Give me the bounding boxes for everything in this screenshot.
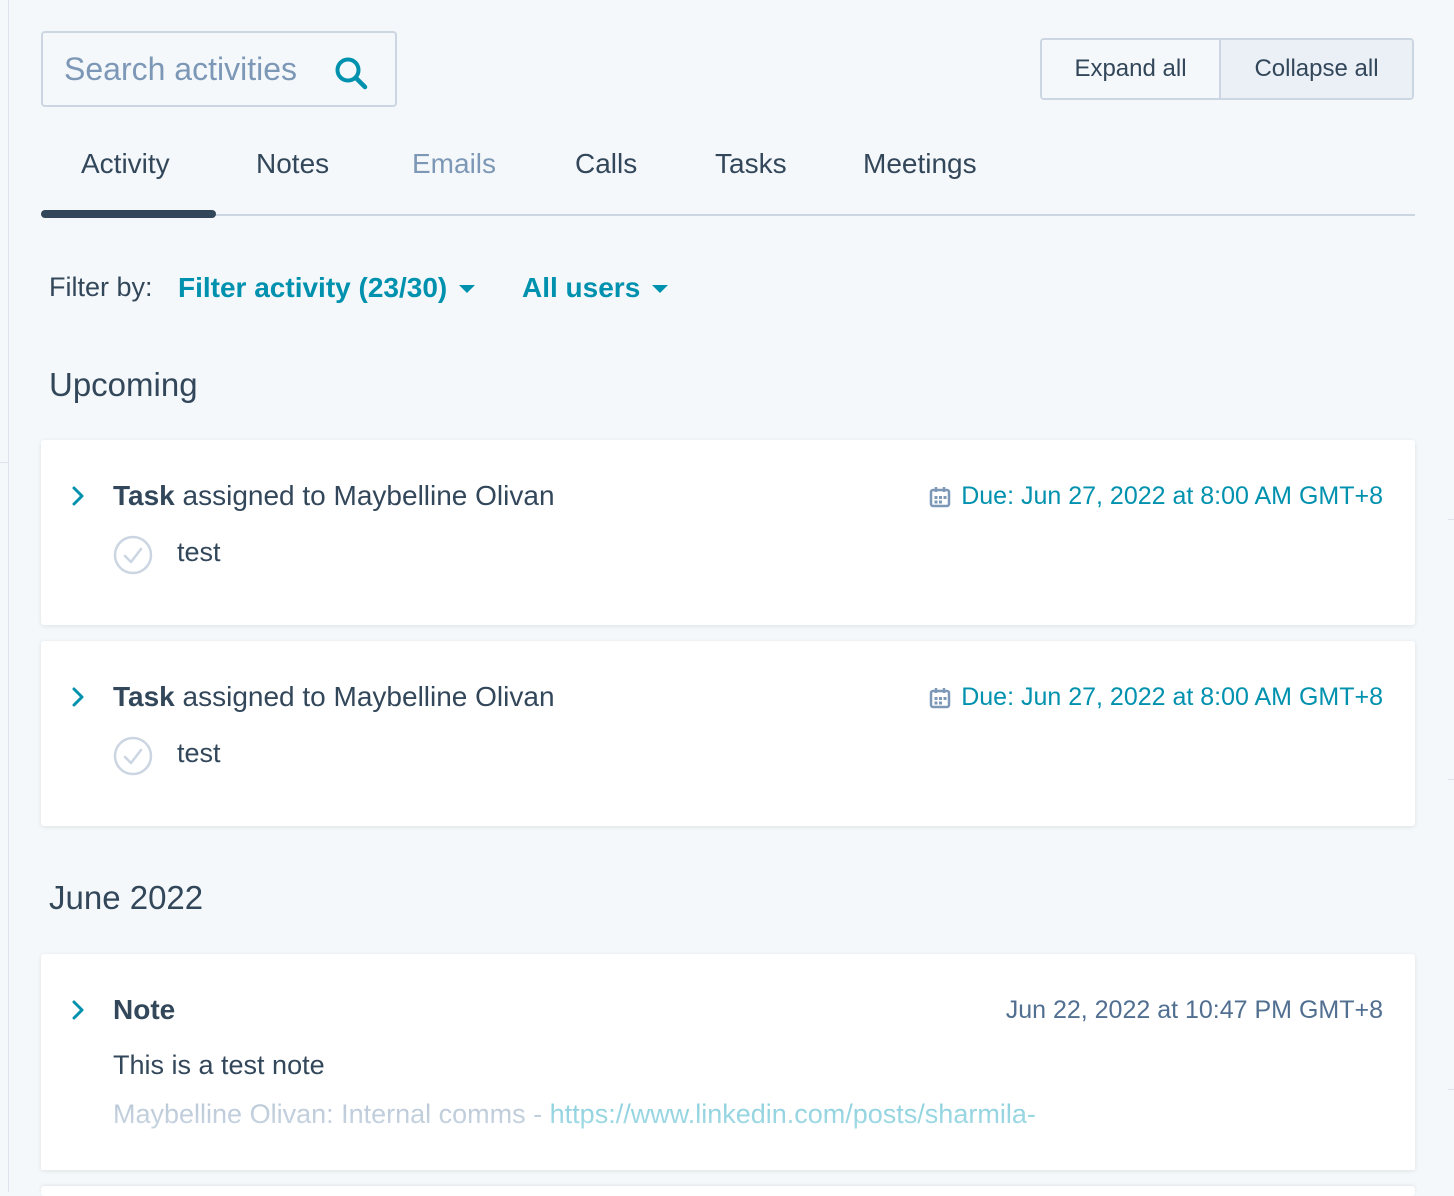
section-heading-upcoming: Upcoming	[49, 366, 198, 403]
chevron-right-icon[interactable]	[69, 485, 87, 507]
note-body[interactable]: This is a test note	[113, 1050, 325, 1081]
filter-label: Filter by:	[49, 272, 153, 302]
task-card-title[interactable]: Task assigned to Maybelline Olivan	[113, 480, 555, 512]
note-card-title[interactable]: Note	[113, 994, 175, 1026]
filter-activity-label: Filter activity (23/30)	[178, 272, 448, 303]
tabs-divider	[41, 214, 1415, 216]
caret-down-icon	[652, 285, 669, 293]
task-complete-checkbox[interactable]	[113, 736, 153, 776]
active-tab-indicator	[41, 210, 216, 218]
filter-activity-dropdown[interactable]: Filter activity (23/30)	[178, 272, 476, 304]
task-complete-checkbox[interactable]	[113, 535, 153, 575]
tab-calls[interactable]: Calls	[575, 148, 637, 180]
expand-all-button[interactable]: Expand all	[1042, 40, 1221, 98]
activity-type: Task	[113, 681, 175, 712]
calendar-icon	[929, 687, 951, 708]
all-users-label: All users	[522, 272, 641, 303]
due-date: Due: Jun 27, 2022 at 8:00 AM GMT+8	[929, 683, 1383, 712]
assigned-text: assigned to Maybelline Olivan	[182, 681, 555, 712]
task-card: Task assigned to Maybelline Olivan Due: …	[41, 641, 1415, 826]
note-timestamp: Jun 22, 2022 at 10:47 PM GMT+8	[1006, 996, 1383, 1025]
chevron-right-icon[interactable]	[69, 686, 87, 708]
due-date-text: Due: Jun 27, 2022 at 8:00 AM GMT+8	[961, 482, 1383, 510]
activity-tabs: Activity Notes Emails Calls Tasks Meetin…	[41, 140, 1415, 218]
search-input[interactable]	[43, 49, 336, 89]
tab-emails[interactable]: Emails	[412, 148, 496, 180]
note-preview: Maybelline Olivan: Internal comms - http…	[113, 1099, 1036, 1130]
note-card: Note Jun 22, 2022 at 10:47 PM GMT+8 This…	[41, 954, 1415, 1170]
left-border	[8, 0, 9, 1192]
search-box[interactable]	[41, 31, 397, 107]
task-card: Task assigned to Maybelline Olivan Due: …	[41, 440, 1415, 625]
assigned-text: assigned to Maybelline Olivan	[182, 480, 555, 511]
note-timestamp-text: Jun 22, 2022 at 10:47 PM GMT+8	[1005, 996, 1383, 1024]
task-title[interactable]: test	[177, 738, 221, 769]
expand-collapse-group: Expand all Collapse all	[1040, 38, 1414, 100]
left-divider-tick	[0, 462, 8, 463]
tab-meetings[interactable]: Meetings	[863, 148, 977, 180]
due-date: Due: Jun 27, 2022 at 8:00 AM GMT+8	[929, 482, 1383, 511]
chevron-right-icon[interactable]	[69, 999, 87, 1021]
note-preview-link[interactable]: https://www.linkedin.com/posts/sharmila-	[550, 1099, 1036, 1129]
search-icon[interactable]	[333, 55, 369, 91]
collapse-all-button[interactable]: Collapse all	[1221, 40, 1412, 98]
task-title[interactable]: test	[177, 537, 221, 568]
tab-activity[interactable]: Activity	[81, 148, 170, 180]
task-card-title[interactable]: Task assigned to Maybelline Olivan	[113, 681, 555, 713]
all-users-dropdown[interactable]: All users	[522, 272, 669, 304]
tab-tasks[interactable]: Tasks	[715, 148, 787, 180]
activity-type: Note	[113, 994, 176, 1025]
calendar-icon	[929, 486, 951, 507]
section-heading-month: June 2022	[49, 879, 204, 916]
due-date-text: Due: Jun 27, 2022 at 8:00 AM GMT+8	[961, 683, 1383, 711]
activity-type: Task	[113, 480, 175, 511]
note-preview-text: Maybelline Olivan: Internal comms -	[113, 1099, 550, 1129]
tab-notes[interactable]: Notes	[256, 148, 329, 180]
caret-down-icon	[459, 285, 476, 293]
next-card-edge	[41, 1186, 1415, 1196]
